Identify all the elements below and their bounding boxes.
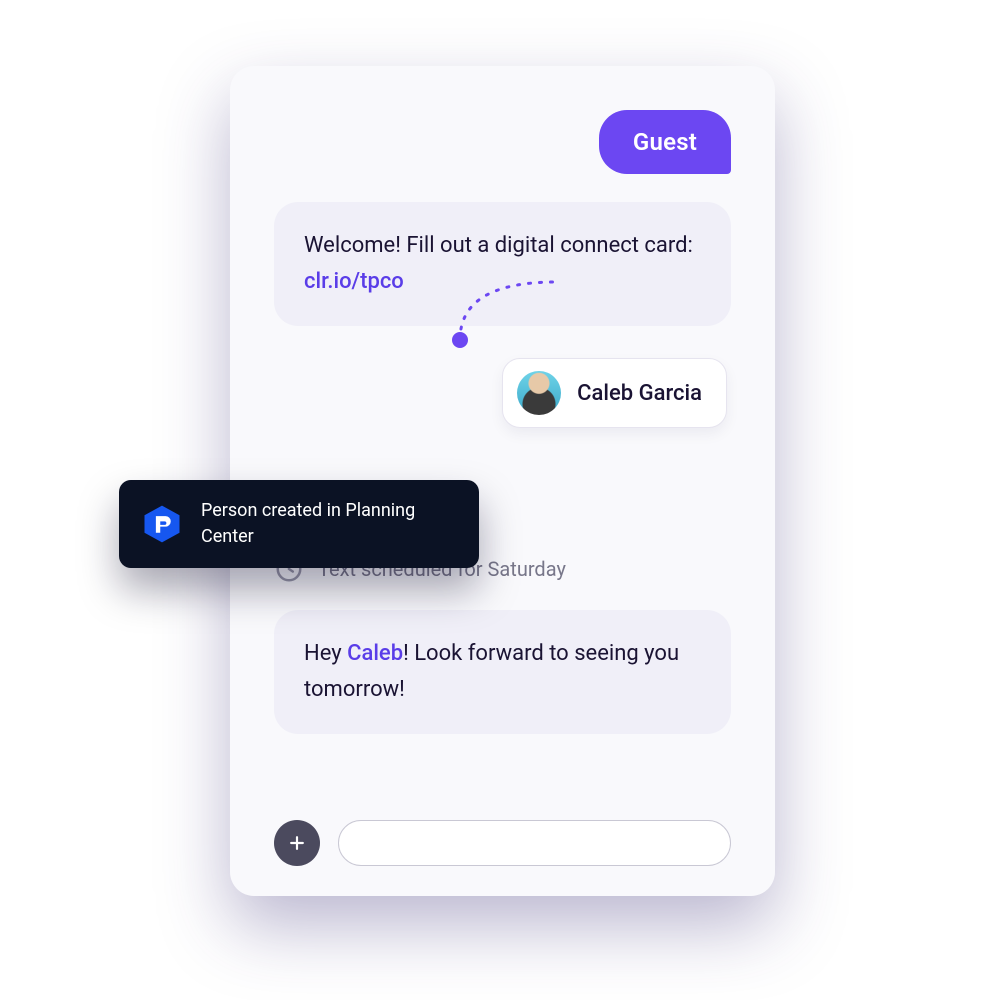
message-welcome-text: Welcome! Fill out a digital connect card… [304,233,693,258]
row-guest: Guest [274,110,731,174]
followup-pre: Hey [304,641,347,666]
guest-chip-label: Guest [633,128,697,156]
planning-center-icon [141,503,183,545]
connect-card-link[interactable]: clr.io/tpco [304,269,404,294]
contact-pill[interactable]: Caleb Garcia [502,358,727,428]
followup-mention: Caleb [347,641,403,666]
toast-text: Person created in Planning Center [201,498,457,550]
add-button[interactable] [274,820,320,866]
planning-center-toast: Person created in Planning Center [119,480,479,568]
message-followup: Hey Caleb! Look forward to seeing you to… [274,610,731,734]
message-input[interactable] [338,820,731,866]
plus-icon [287,833,307,853]
avatar [517,371,561,415]
contact-name: Caleb Garcia [577,381,702,406]
composer [274,800,731,866]
guest-chip: Guest [599,110,731,174]
message-welcome: Welcome! Fill out a digital connect card… [274,202,731,326]
connector-line [448,260,568,352]
